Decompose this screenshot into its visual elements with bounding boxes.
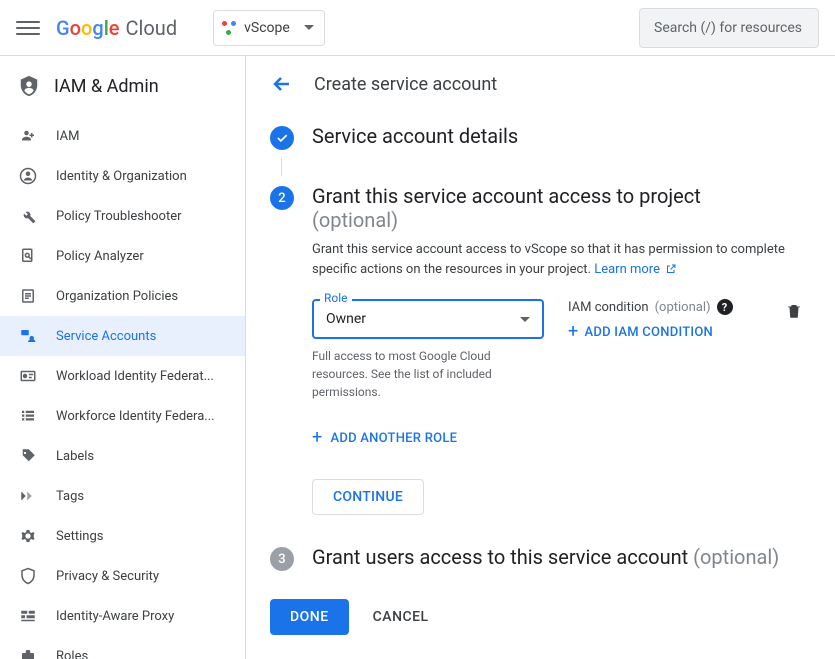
page-header: Create service account	[246, 56, 835, 112]
sidebar-item-label: IAM	[56, 129, 79, 144]
search-input[interactable]: Search (/) for resources	[639, 8, 819, 48]
shield-person-icon	[18, 74, 40, 98]
sidebar-item-label: Privacy & Security	[56, 569, 159, 584]
document-search-icon	[18, 246, 38, 266]
step-2-title: Grant this service account access to pro…	[312, 184, 701, 208]
learn-more-link[interactable]: Learn more	[594, 262, 677, 277]
step-1: Service account details	[270, 124, 811, 150]
menu-icon[interactable]	[16, 16, 40, 40]
sidebar-item-workload-identity[interactable]: Workload Identity Federat...	[0, 356, 245, 396]
card-icon	[18, 366, 38, 386]
sidebar-item-iam[interactable]: IAM	[0, 116, 245, 156]
iam-condition-column: IAM condition (optional) ? + ADD IAM CON…	[568, 299, 761, 341]
help-icon[interactable]: ?	[717, 299, 733, 315]
role-select[interactable]: Role Owner	[312, 299, 544, 339]
sidebar-item-label: Roles	[56, 649, 88, 659]
step-2-body: Grant this service account access to vSc…	[312, 240, 811, 515]
sidebar-item-org-policies[interactable]: Organization Policies	[0, 276, 245, 316]
sidebar-item-settings[interactable]: Settings	[0, 516, 245, 556]
sidebar-item-label: Policy Troubleshooter	[56, 209, 182, 224]
search-placeholder: Search (/) for resources	[654, 20, 802, 36]
briefcase-icon	[18, 646, 38, 659]
list-doc-icon	[18, 286, 38, 306]
add-condition-label: ADD IAM CONDITION	[584, 325, 713, 340]
service-account-icon	[18, 326, 38, 346]
sidebar-item-tags[interactable]: Tags	[0, 476, 245, 516]
step-2-badge: 2	[270, 186, 294, 210]
add-iam-condition-button[interactable]: + ADD IAM CONDITION	[568, 323, 761, 341]
step-2-optional: (optional)	[312, 208, 398, 232]
sidebar-item-label: Labels	[56, 449, 94, 464]
stepper-content: Service account details 2 Grant this ser…	[246, 112, 835, 659]
sidebar-item-label: Identity-Aware Proxy	[56, 609, 174, 624]
shield-outline-icon	[18, 566, 38, 586]
sidebar-item-label: Organization Policies	[56, 289, 178, 304]
gear-icon	[18, 526, 38, 546]
role-description: Full access to most Google Cloud resourc…	[312, 347, 512, 401]
sidebar-item-labels[interactable]: Labels	[0, 436, 245, 476]
help-text-content: Grant this service account access to vSc…	[312, 242, 785, 277]
project-picker[interactable]: vScope	[213, 10, 325, 46]
plus-icon: +	[568, 323, 578, 341]
chevron-down-icon	[520, 317, 530, 322]
sidebar-item-label: Settings	[56, 529, 103, 544]
sidebar-item-label: Identity & Organization	[56, 169, 187, 184]
sidebar-item-roles[interactable]: Roles	[0, 636, 245, 659]
chevron-down-icon	[304, 25, 314, 30]
step-1-title: Service account details	[312, 124, 518, 150]
project-name: vScope	[244, 20, 290, 36]
sidebar-item-policy-analyzer[interactable]: Policy Analyzer	[0, 236, 245, 276]
step-1-badge-check-icon	[270, 126, 294, 150]
page-title: Create service account	[314, 74, 497, 95]
tag-icon	[18, 446, 38, 466]
step-connector	[281, 158, 282, 176]
external-link-icon	[665, 263, 677, 275]
sidebar-item-iap[interactable]: Identity-Aware Proxy	[0, 596, 245, 636]
google-cloud-logo[interactable]: Google Cloud	[56, 16, 177, 40]
sidebar-item-policy-troubleshooter[interactable]: Policy Troubleshooter	[0, 196, 245, 236]
iam-condition-header: IAM condition (optional) ?	[568, 299, 761, 315]
role-value: Owner	[326, 311, 366, 327]
step-3-optional: (optional)	[693, 545, 779, 569]
add-role-label: ADD ANOTHER ROLE	[330, 431, 457, 446]
step-3: 3 Grant users access to this service acc…	[270, 545, 811, 571]
main-content: Create service account Service account d…	[246, 56, 835, 659]
step-2: 2 Grant this service account access to p…	[270, 184, 811, 232]
sidebar-item-label: Tags	[56, 489, 84, 504]
sidebar-item-workforce-identity[interactable]: Workforce Identity Federa...	[0, 396, 245, 436]
cancel-button[interactable]: CANCEL	[373, 609, 429, 625]
plus-icon: +	[312, 429, 322, 447]
sidebar-item-service-accounts[interactable]: Service Accounts	[0, 316, 245, 356]
person-add-icon	[18, 126, 38, 146]
role-floating-label: Role	[320, 291, 352, 305]
sidebar-item-label: Policy Analyzer	[56, 249, 144, 264]
role-assignment-row: Role Owner Full access to most Google Cl…	[312, 299, 803, 401]
step-3-title: Grant users access to this service accou…	[312, 545, 693, 569]
delete-role-icon[interactable]	[785, 301, 803, 321]
sidebar-item-identity-org[interactable]: Identity & Organization	[0, 156, 245, 196]
sidebar-item-label: Workload Identity Federat...	[56, 369, 214, 384]
sidebar-item-label: Service Accounts	[56, 329, 156, 344]
wall-icon	[18, 606, 38, 626]
continue-button[interactable]: CONTINUE	[312, 479, 424, 515]
sidebar-title: IAM & Admin	[54, 76, 159, 97]
sidebar: IAM & Admin IAM Identity & Organization …	[0, 56, 246, 659]
wrench-icon	[18, 206, 38, 226]
step-3-badge: 3	[270, 547, 294, 571]
footer-actions: DONE CANCEL	[270, 599, 811, 635]
iam-condition-label: IAM condition	[568, 300, 649, 315]
tags-icon	[18, 486, 38, 506]
grid-list-icon	[18, 406, 38, 426]
top-bar: Google Cloud vScope Search (/) for resou…	[0, 0, 835, 56]
project-dots-icon	[222, 21, 236, 35]
person-circle-icon	[18, 166, 38, 186]
sidebar-item-privacy-security[interactable]: Privacy & Security	[0, 556, 245, 596]
iam-optional-label: (optional)	[655, 300, 711, 315]
done-button[interactable]: DONE	[270, 599, 349, 635]
back-arrow-icon[interactable]	[270, 72, 294, 96]
step-2-help-text: Grant this service account access to vSc…	[312, 240, 803, 279]
sidebar-item-label: Workforce Identity Federa...	[56, 409, 215, 424]
sidebar-header: IAM & Admin	[0, 56, 245, 116]
add-another-role-button[interactable]: + ADD ANOTHER ROLE	[312, 429, 457, 447]
